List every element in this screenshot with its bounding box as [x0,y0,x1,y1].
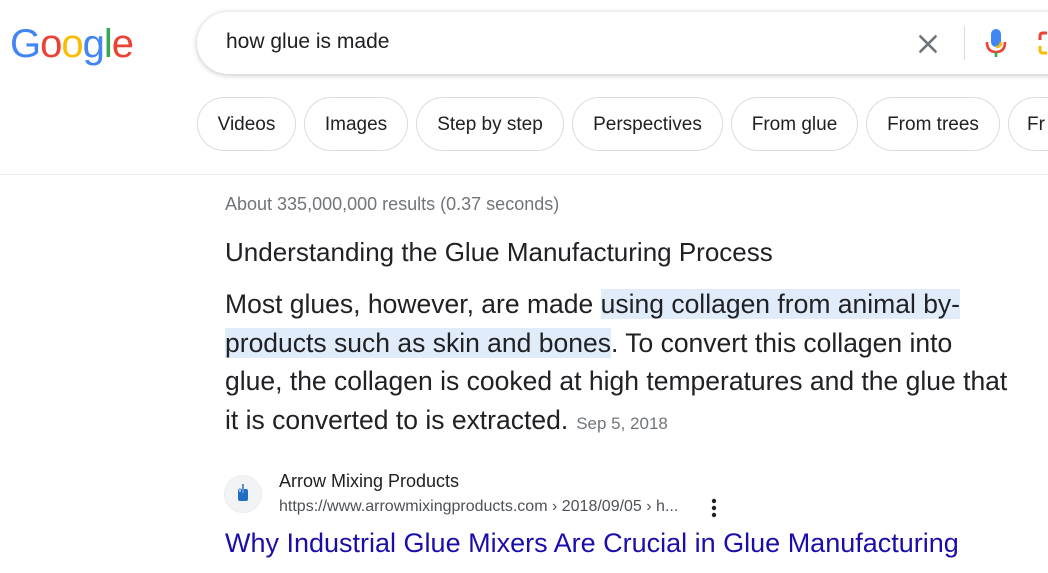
chip-videos[interactable]: Videos [197,97,296,151]
result-title-link[interactable]: Why Industrial Glue Mixers Are Crucial i… [225,528,959,559]
logo-letter: l [103,22,113,66]
snippet-date: Sep 5, 2018 [576,413,668,433]
chip-fr[interactable]: Fr [1008,97,1048,151]
chip-from-glue[interactable]: From glue [731,97,858,151]
featured-snippet-title: Understanding the Glue Manufacturing Pro… [225,237,773,267]
logo-letter: g [82,22,105,66]
mixer-favicon-icon [238,484,248,501]
close-icon[interactable] [915,31,941,57]
logo-letter: o [61,22,83,66]
search-input[interactable]: how glue is made [226,30,389,54]
logo-letter: G [10,22,41,66]
chip-from-trees[interactable]: From trees [866,97,1000,151]
site-favicon[interactable] [224,475,262,513]
mic-icon[interactable] [984,27,1008,59]
search-divider [964,26,965,60]
logo-letter: e [111,22,134,66]
chip-step-by-step[interactable]: Step by step [416,97,564,151]
featured-snippet-text: Most glues, however, are made using coll… [225,285,1015,443]
chip-perspectives[interactable]: Perspectives [572,97,723,151]
result-stats: About 335,000,000 results (0.37 seconds) [225,194,560,214]
result-site-name[interactable]: Arrow Mixing Products [279,471,459,492]
snippet-text-before: Most glues, however, are made [225,289,601,319]
lens-icon[interactable] [1037,30,1048,56]
logo-letter: o [40,22,62,66]
chip-images[interactable]: Images [304,97,408,151]
search-box[interactable]: how glue is made [197,12,1048,74]
result-url[interactable]: https://www.arrowmixingproducts.com › 20… [279,498,678,516]
header-divider [0,174,1048,175]
more-vert-icon[interactable] [708,497,720,519]
google-logo[interactable]: Google [10,22,134,67]
